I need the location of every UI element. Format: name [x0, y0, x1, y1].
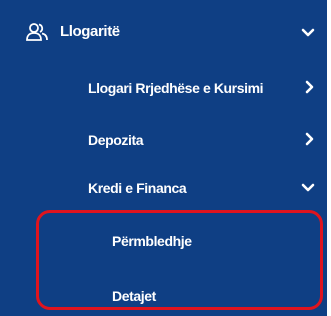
menu-item-accounts[interactable]: Llogaritë [0, 20, 327, 44]
menu-item-label: Kredi e Financa [88, 180, 187, 196]
chevron-down-icon[interactable] [301, 26, 315, 40]
chevron-down-icon[interactable] [301, 181, 315, 195]
menu-item-label: Llogari Rrjedhëse e Kursimi [88, 80, 264, 96]
menu-subitem-label: Detajet [112, 288, 156, 304]
users-icon [26, 23, 48, 41]
chevron-right-icon[interactable] [303, 80, 317, 94]
menu-item-accounts-label: Llogaritë [60, 23, 120, 40]
menu-item-current-savings-accounts[interactable]: Llogari Rrjedhëse e Kursimi [0, 76, 327, 100]
menu-item-label: Depozita [88, 132, 144, 148]
chevron-right-icon[interactable] [303, 132, 317, 146]
menu-item-loans-financing[interactable]: Kredi e Financa [0, 176, 327, 200]
menu-subitem-label: Përmbledhje [112, 233, 192, 249]
menu-item-deposits[interactable]: Depozita [0, 128, 327, 152]
sidebar-menu: Llogaritë Llogari Rrjedhëse e Kursimi De… [0, 0, 327, 316]
menu-subitem-details[interactable]: Detajet [0, 284, 327, 308]
menu-subitem-summary[interactable]: Përmbledhje [0, 229, 327, 253]
